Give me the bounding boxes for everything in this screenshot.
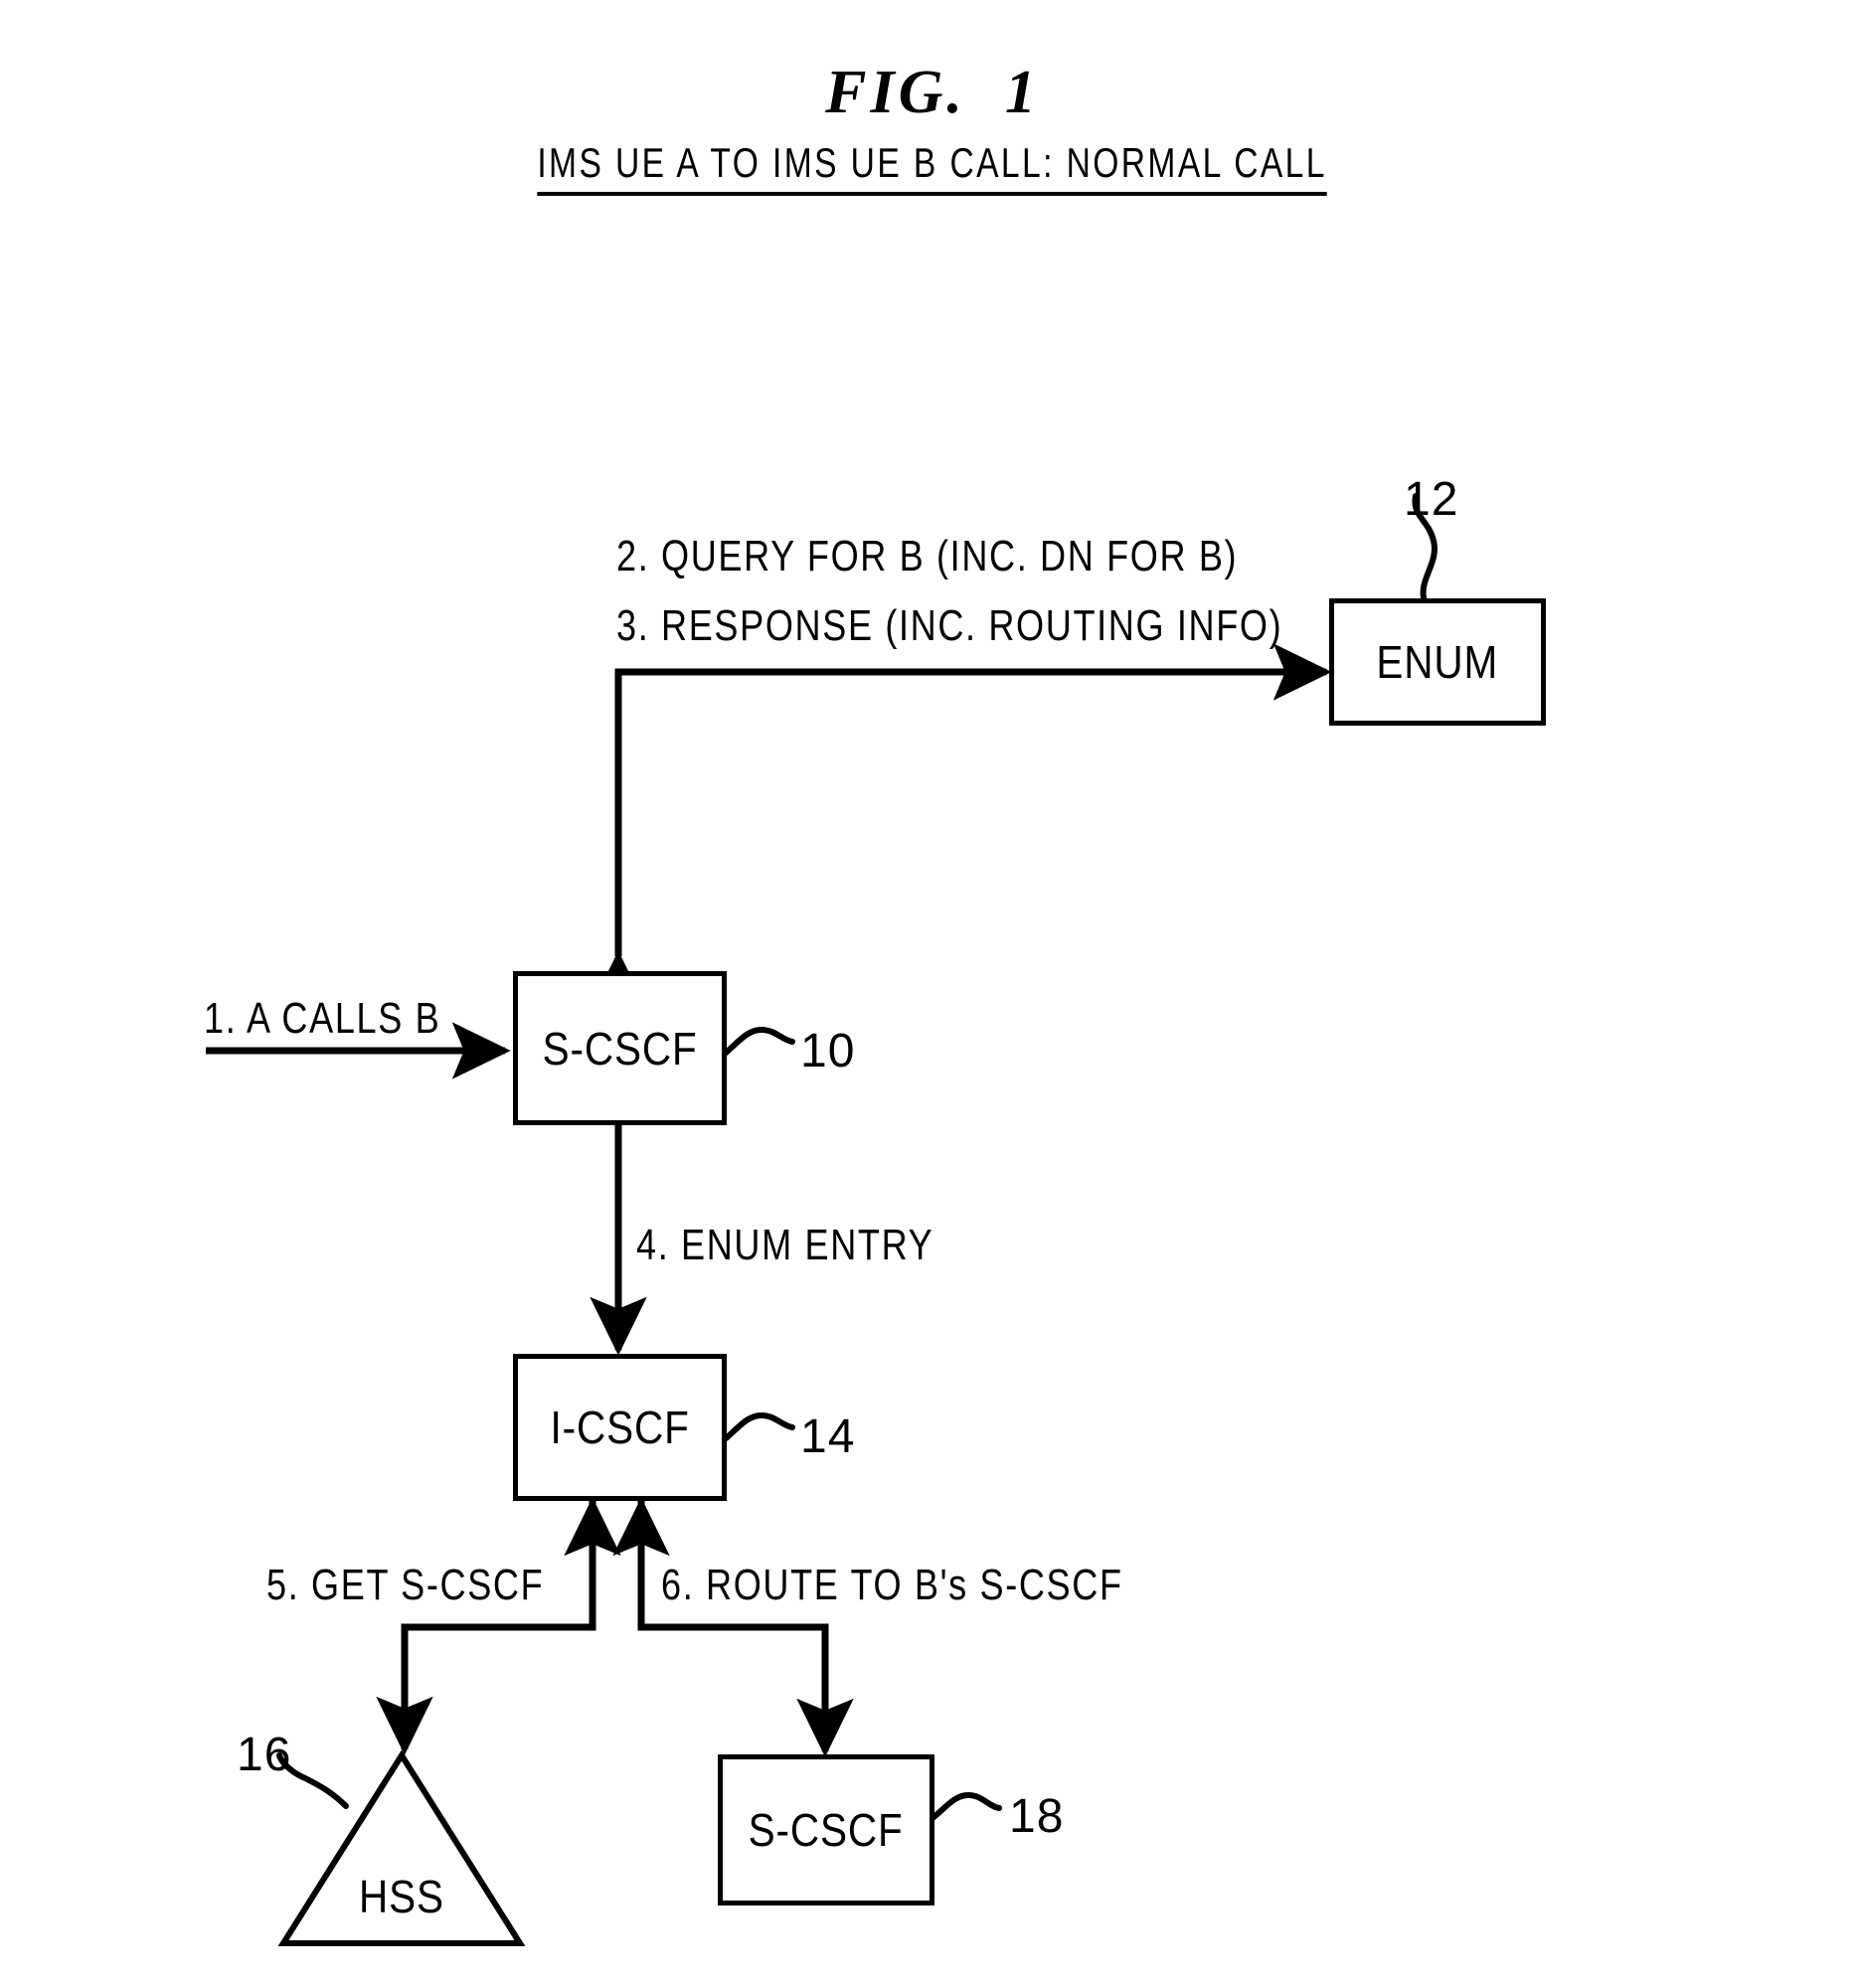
connector-get-s-cscf: [376, 1498, 596, 1755]
node-s-cscf-term[interactable]: S-CSCF: [718, 1754, 934, 1905]
ref-numeral-i-cscf: 14: [800, 1410, 856, 1463]
message-label-3: 3. RESPONSE (INC. ROUTING INFO): [616, 601, 1283, 650]
ref-numeral-hss: 16: [237, 1729, 292, 1781]
connector-enum-query-response: [590, 643, 1332, 1010]
node-s-cscf-origin-label: S-CSCF: [542, 1022, 698, 1075]
figure-subtitle-text: IMS UE A TO IMS UE B CALL: NORMAL CALL: [537, 139, 1328, 196]
leader-line-s-cscf-term: [929, 1791, 1002, 1822]
ref-numeral-enum: 12: [1404, 473, 1459, 526]
node-s-cscf-origin[interactable]: S-CSCF: [513, 971, 727, 1125]
leader-line-s-cscf-origin: [722, 1026, 795, 1057]
node-hss-label: HSS: [359, 1871, 444, 1922]
message-label-4: 4. ENUM ENTRY: [636, 1221, 934, 1269]
node-i-cscf[interactable]: I-CSCF: [513, 1354, 727, 1501]
leader-line-i-cscf: [722, 1411, 795, 1442]
node-hss[interactable]: HSS: [283, 1755, 520, 1944]
message-label-6: 6. ROUTE TO B's S-CSCF: [661, 1561, 1123, 1609]
message-label-2: 2. QUERY FOR B (INC. DN FOR B): [616, 532, 1239, 580]
connector-route-to-b-s-cscf: [637, 1498, 854, 1757]
node-s-cscf-term-label: S-CSCF: [749, 1804, 904, 1856]
node-enum-label: ENUM: [1376, 636, 1499, 688]
ref-numeral-s-cscf-term: 18: [1009, 1790, 1065, 1843]
ref-numeral-s-cscf-origin: 10: [800, 1025, 856, 1077]
node-enum[interactable]: ENUM: [1329, 598, 1546, 726]
message-label-1: 1. A CALLS B: [204, 994, 441, 1043]
message-label-5: 5. GET S-CSCF: [266, 1561, 545, 1609]
figure-subtitle: IMS UE A TO IMS UE B CALL: NORMAL CALL: [0, 139, 1865, 196]
node-i-cscf-label: I-CSCF: [550, 1402, 690, 1453]
figure-title: FIG. 1: [825, 59, 1040, 126]
patent-figure-page: FIG. 1 IMS UE A TO IMS UE B CALL: NORMAL…: [0, 0, 1865, 1988]
